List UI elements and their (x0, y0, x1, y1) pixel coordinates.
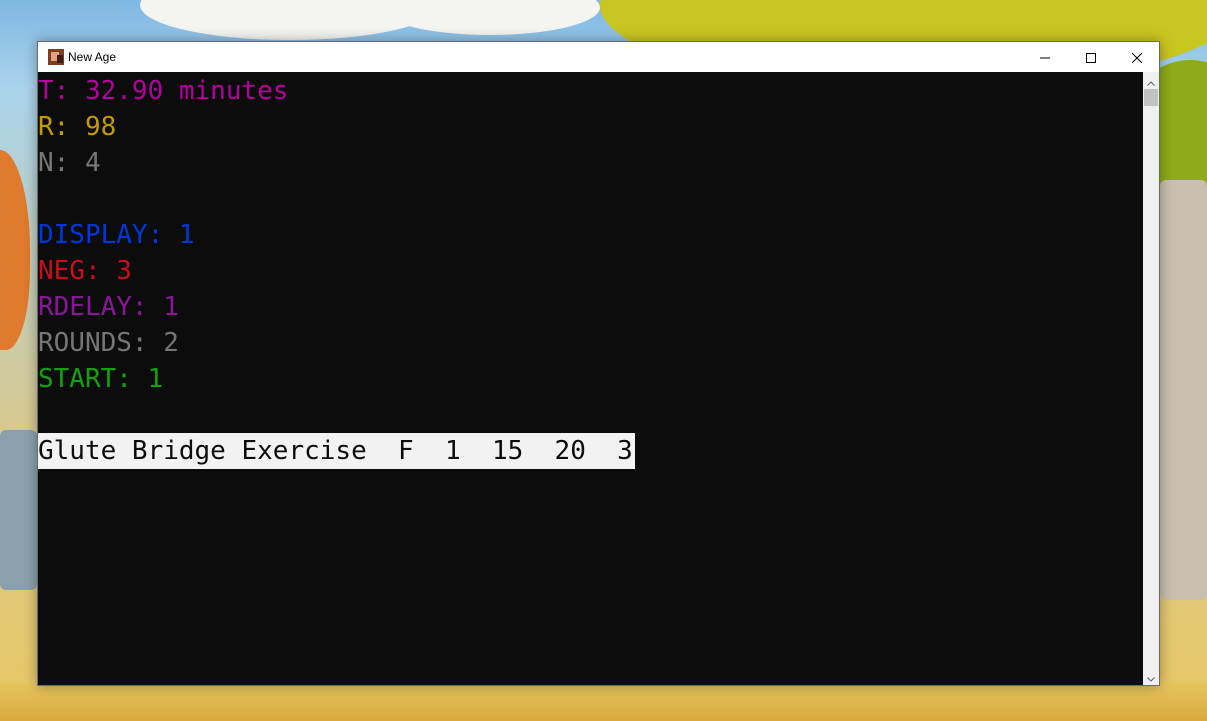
scroll-up-button[interactable] (1143, 72, 1159, 89)
close-icon (1131, 48, 1143, 67)
minimize-button[interactable] (1022, 42, 1068, 72)
scroll-down-button[interactable] (1143, 668, 1159, 685)
exercise-row-highlighted: Glute Bridge Exercise F 1 15 20 3 (38, 433, 635, 469)
neg-setting-line: NEG: 3 (38, 256, 132, 286)
rounds-setting-line: ROUNDS: 2 (38, 328, 179, 358)
title-bar[interactable]: New Age (38, 42, 1159, 72)
chevron-down-icon (1147, 667, 1155, 686)
maximize-icon (1086, 48, 1096, 67)
reps-line: R: 98 (38, 112, 117, 142)
count-line: N: 4 (38, 148, 101, 178)
console-output[interactable]: T: 32.90 minutes R: 98 N: 4 DISPLAY: 1 N… (38, 72, 1143, 685)
total-time-line: T: 32.90 minutes (38, 76, 289, 106)
minimize-icon (1040, 48, 1050, 67)
chevron-up-icon (1147, 71, 1155, 90)
scroll-thumb[interactable] (1144, 89, 1158, 106)
close-button[interactable] (1114, 42, 1160, 72)
vertical-scrollbar[interactable] (1143, 72, 1159, 685)
window-title: New Age (68, 50, 117, 64)
display-setting-line: DISPLAY: 1 (38, 220, 195, 250)
app-icon[interactable] (48, 49, 64, 65)
start-setting-line: START: 1 (38, 364, 164, 394)
rdelay-setting-line: RDELAY: 1 (38, 292, 179, 322)
maximize-button[interactable] (1068, 42, 1114, 72)
console-window: New Age T: 32.90 minutes R: 98 N: 4 DISP… (37, 41, 1160, 686)
